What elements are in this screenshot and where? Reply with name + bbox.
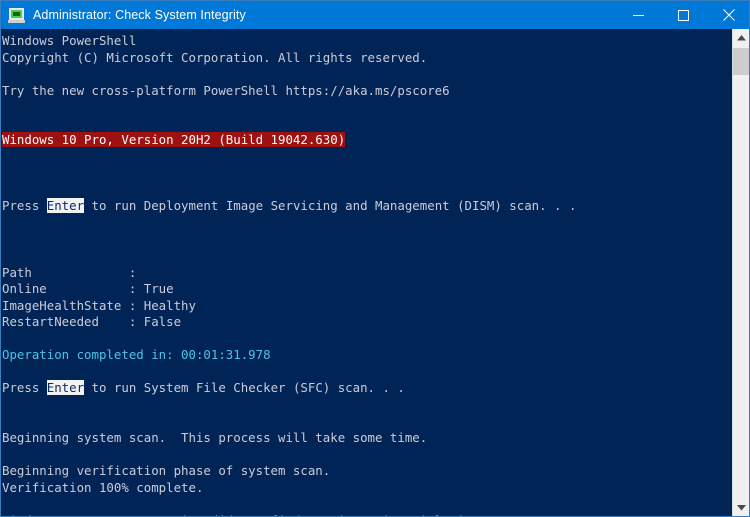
console-text: Windows PowerShell	[2, 33, 137, 48]
console-line: Online : True	[2, 281, 734, 298]
console-text: Path :	[2, 264, 137, 280]
operation-result-text: Operation completed in: 00:01:31.978	[2, 347, 271, 363]
scroll-thumb[interactable]	[733, 48, 749, 75]
window-controls	[616, 1, 749, 29]
console-text: Try the new cross-platform PowerShell ht…	[2, 82, 450, 98]
minimize-button[interactable]	[616, 1, 661, 29]
prompt-text-prefix: Press	[2, 380, 47, 396]
console-line: Beginning system scan. This process will…	[2, 430, 734, 447]
console-text: Copyright (C) Microsoft Corporation. All…	[2, 49, 428, 65]
console-text: Beginning system scan. This process will…	[2, 430, 428, 446]
console-text: RestartNeeded : False	[2, 314, 182, 330]
console-line: Verification 100% complete.	[2, 480, 734, 497]
console-line: ImageHealthState : Healthy	[2, 298, 734, 315]
prompt-text-prefix: Press	[2, 198, 47, 214]
console-line: RestartNeeded : False	[2, 314, 734, 331]
scroll-down-arrow[interactable]	[733, 499, 749, 516]
console-line: Windows 10 Pro, Version 20H2 (Build 1904…	[2, 132, 734, 149]
console-line: Operation completed in: 00:01:31.978	[2, 347, 734, 364]
prompt-text-suffix: to run Deployment Image Servicing and Ma…	[84, 198, 577, 214]
console-text: Online : True	[2, 281, 174, 297]
console-line-list: Windows PowerShell Copyright (C) Microsof…	[2, 33, 734, 516]
scroll-up-arrow[interactable]	[733, 29, 749, 46]
powershell-window: Administrator: Check System Integrity Wi…	[0, 0, 750, 517]
enter-key-highlight: Enter	[46, 198, 85, 214]
prompt-text-suffix: to run System File Checker (SFC) scan. .…	[84, 380, 405, 396]
console-line: Press Enter to run System File Checker (…	[2, 380, 734, 397]
console-line: Copyright (C) Microsoft Corporation. All…	[2, 50, 734, 67]
maximize-button[interactable]	[661, 1, 706, 29]
console-text: Verification 100% complete.	[2, 479, 204, 495]
console-line: Press Enter to run Deployment Image Serv…	[2, 198, 734, 215]
os-version-highlight: Windows 10 Pro, Version 20H2 (Build 1904…	[2, 132, 346, 148]
console-line: Path :	[2, 265, 734, 282]
enter-key-highlight: Enter	[46, 380, 85, 396]
console-text: Windows Resource Protection did not find…	[2, 513, 494, 516]
console-line: Try the new cross-platform PowerShell ht…	[2, 83, 734, 100]
console-scrollbar[interactable]	[732, 29, 749, 516]
console-line: Windows Resource Protection did not find…	[2, 513, 734, 516]
close-button[interactable]	[706, 1, 749, 29]
console-text: ImageHealthState : Healthy	[2, 297, 196, 313]
console-output-area[interactable]: Windows PowerShell Copyright (C) Microsof…	[1, 29, 734, 516]
window-title: Administrator: Check System Integrity	[33, 8, 246, 22]
console-line: Beginning verification phase of system s…	[2, 463, 734, 480]
console-text: Beginning verification phase of system s…	[2, 463, 331, 479]
console-line: Windows PowerShell	[2, 33, 734, 50]
title-bar[interactable]: Administrator: Check System Integrity	[1, 1, 749, 29]
console-laptop-icon	[8, 7, 25, 24]
